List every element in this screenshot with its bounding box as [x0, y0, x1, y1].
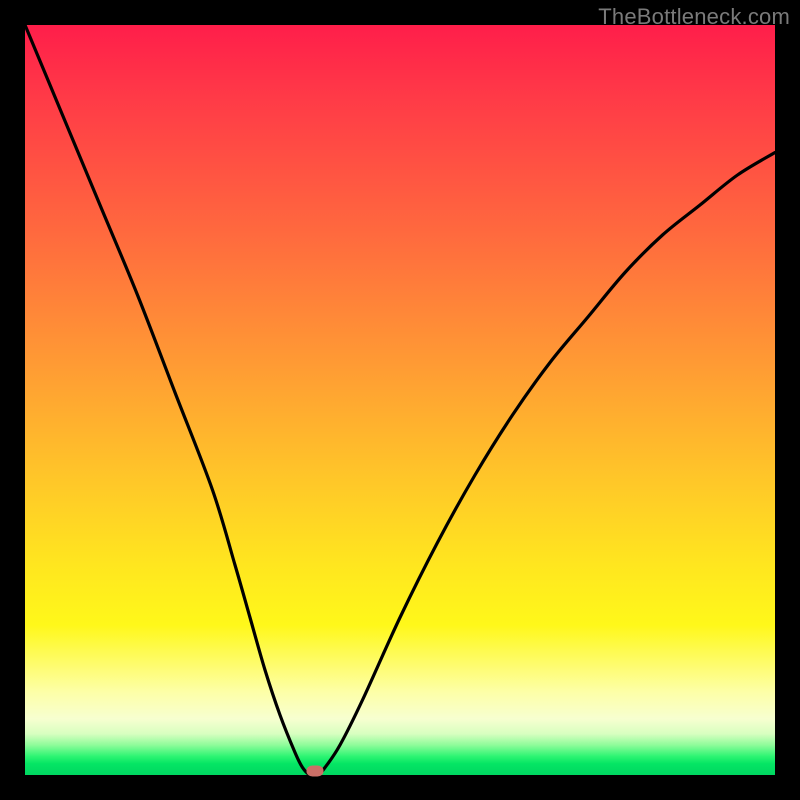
bottleneck-curve — [25, 25, 775, 775]
chart-frame: TheBottleneck.com — [0, 0, 800, 800]
plot-area — [25, 25, 775, 775]
minimum-marker — [307, 766, 324, 777]
watermark-text: TheBottleneck.com — [598, 4, 790, 30]
